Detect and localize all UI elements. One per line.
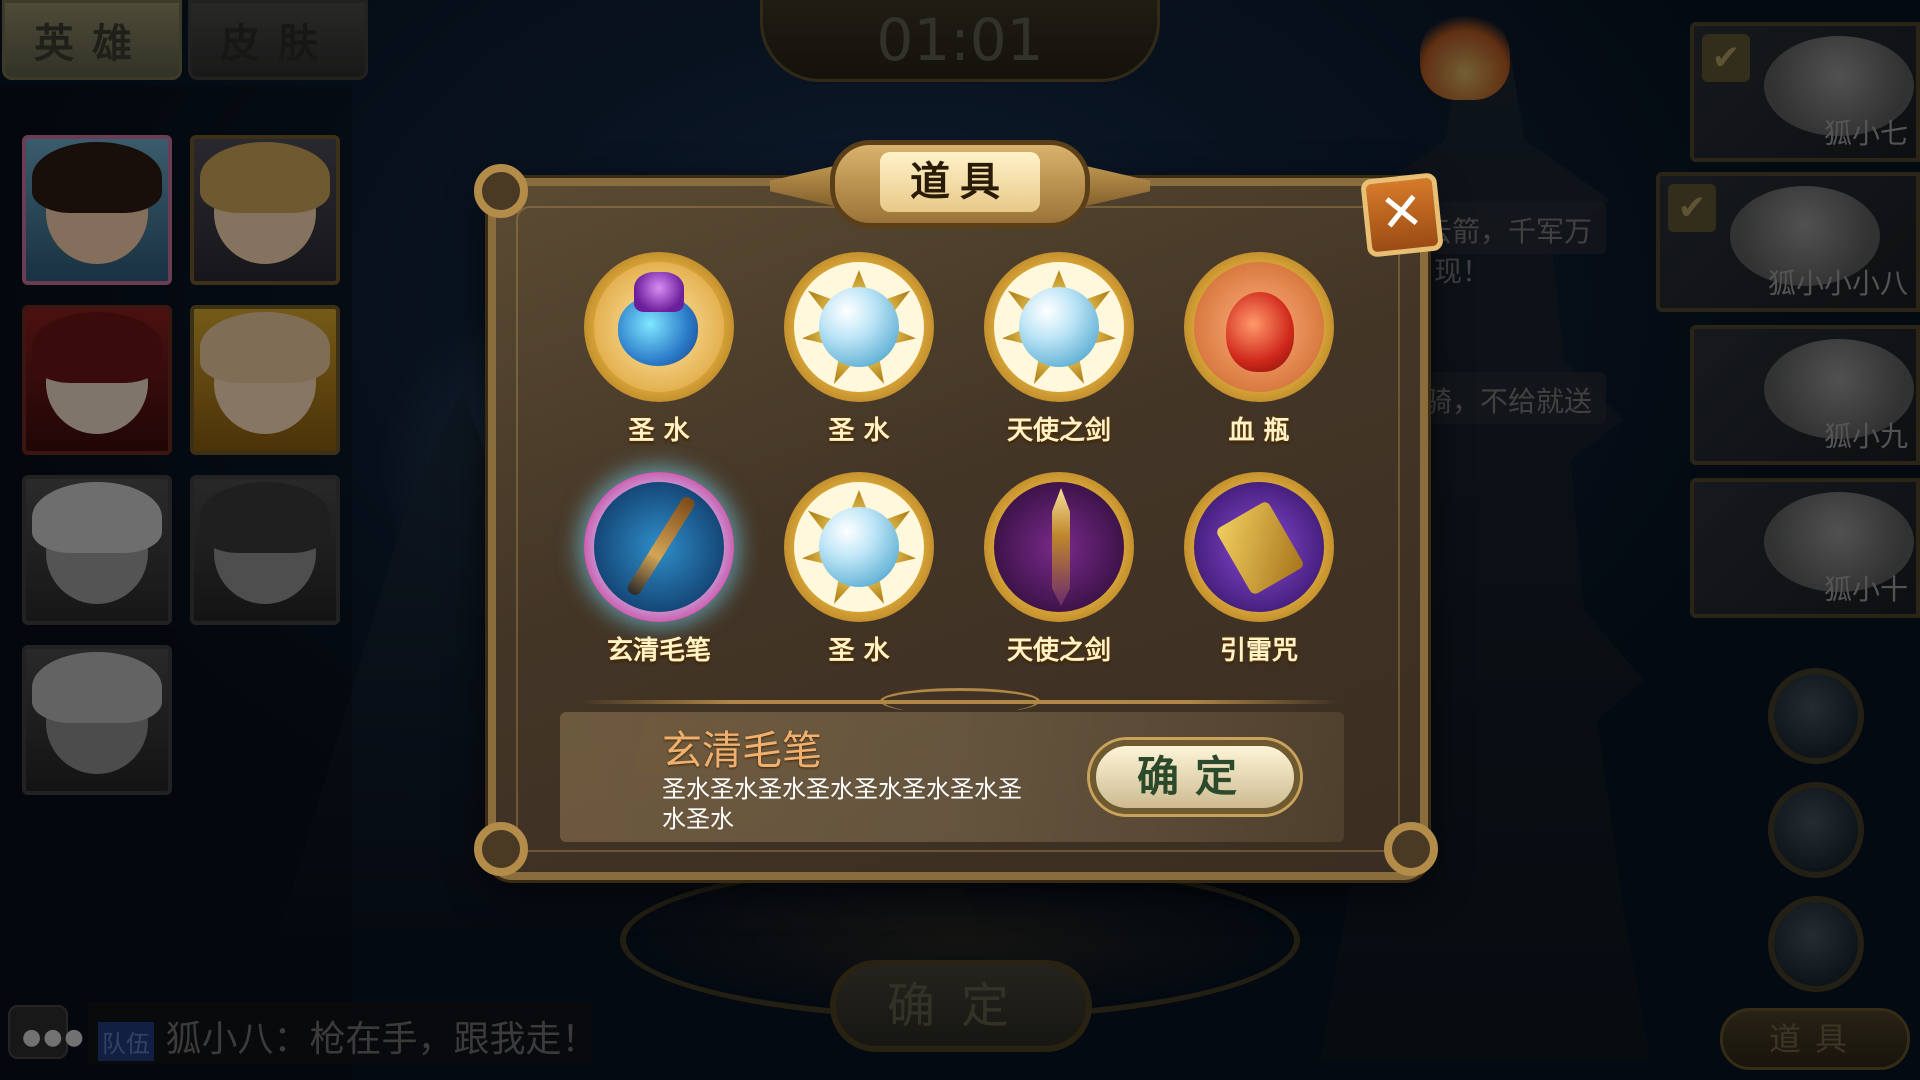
item-label: 圣 水: [828, 636, 890, 666]
item-slot[interactable]: 圣 水: [784, 252, 934, 462]
item-detail-description: 圣水圣水圣水圣水圣水圣水圣水圣水圣水: [662, 775, 1022, 833]
lightning-brush-icon: [625, 494, 697, 598]
item-label: 血 瓶: [1228, 416, 1290, 446]
item-label: 引雷咒: [1219, 636, 1298, 666]
item-label: 圣 水: [828, 416, 890, 446]
close-button[interactable]: ✕: [1360, 172, 1444, 258]
item-label: 圣 水: [628, 416, 690, 446]
item-slot[interactable]: 天使之剑: [984, 472, 1134, 682]
item-label: 天使之剑: [1006, 636, 1111, 666]
blood-gourd-icon: [1226, 292, 1294, 372]
pearl-mirror-icon: [819, 507, 899, 587]
item-slot[interactable]: 圣 水: [584, 252, 734, 462]
dialog-title: 道具: [880, 152, 1040, 212]
pearl-mirror-icon: [1019, 287, 1099, 367]
item-detail-name: 玄清毛笔: [662, 728, 822, 774]
flaming-sword-icon: [1052, 488, 1070, 606]
dialog-corner-ornament: [474, 164, 528, 218]
item-slot[interactable]: 圣 水: [784, 472, 934, 682]
thunder-scroll-icon: [1215, 500, 1305, 596]
item-label: 玄清毛笔: [606, 636, 711, 666]
pearl-mirror-icon: [819, 287, 899, 367]
item-slot-selected[interactable]: 玄清毛笔: [584, 472, 734, 682]
item-slot[interactable]: 天使之剑: [984, 252, 1134, 462]
item-label: 天使之剑: [1006, 416, 1111, 446]
item-slot[interactable]: 引雷咒: [1184, 472, 1334, 682]
dialog-corner-ornament: [474, 822, 528, 876]
confirm-button[interactable]: 确定: [1090, 740, 1300, 814]
item-slot[interactable]: 血 瓶: [1184, 252, 1334, 462]
divider-ornament: [880, 688, 1040, 714]
dialog-corner-ornament: [1384, 822, 1438, 876]
